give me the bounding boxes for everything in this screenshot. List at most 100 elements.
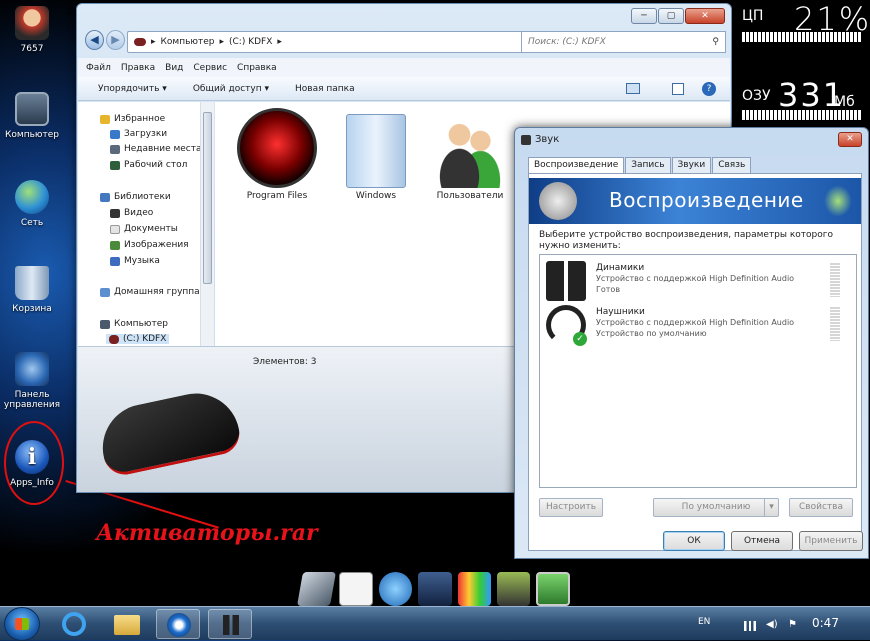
properties-button[interactable]: Свойства [789, 498, 853, 517]
nav-favorites[interactable]: Избранное [100, 114, 165, 124]
folder-icon [346, 114, 406, 188]
menu-bar: Файл Правка Вид Сервис Справка [78, 58, 730, 77]
address-bar[interactable]: ▸ Компьютер ▸ (C:) KDFX ▸ ⇆ [127, 31, 587, 53]
navigation-buttons: ◀ ▶ [85, 30, 125, 52]
forward-button[interactable]: ▶ [106, 30, 125, 50]
documents-icon [110, 224, 120, 234]
help-icon[interactable]: ? [702, 81, 716, 96]
ok-button[interactable]: ОК [663, 531, 725, 551]
view-options-icon[interactable] [626, 83, 640, 94]
navigation-pane: Избранное Загрузки Недавние места Рабочи… [78, 102, 214, 346]
nav-libraries[interactable]: Библиотеки [100, 192, 171, 202]
recent-places-icon [110, 144, 120, 154]
clock[interactable]: 0:47 [812, 616, 839, 630]
media-player-icon[interactable] [418, 572, 452, 606]
taskbar-media-player[interactable] [156, 609, 200, 639]
breadcrumb-drive[interactable]: (C:) KDFX [229, 37, 272, 47]
share-button[interactable]: Общий доступ ▾ [193, 84, 269, 94]
computer-icon [15, 92, 49, 126]
nav-label: Библиотеки [114, 192, 171, 202]
cards-icon[interactable] [339, 572, 373, 606]
device-speakers[interactable]: Динамики Устройство с поддержкой High De… [544, 261, 844, 303]
nav-recent[interactable]: Недавние места [110, 144, 202, 154]
users-icon [435, 112, 505, 188]
taskbar-sound[interactable] [208, 609, 252, 639]
taskbar-ie[interactable] [52, 609, 96, 639]
menu-help[interactable]: Справка [237, 63, 277, 73]
checkmark-monitor-icon[interactable] [536, 572, 570, 606]
media-player-taskbar-icon [167, 613, 191, 637]
desktop-icon-recycle-bin[interactable]: Корзина [2, 266, 62, 314]
item-program-files[interactable]: Program Files [232, 108, 322, 201]
nav-documents[interactable]: Документы [110, 224, 178, 234]
apply-button[interactable]: Применить [799, 531, 863, 551]
nav-label: Избранное [114, 114, 166, 124]
close-button[interactable]: ✕ [685, 8, 725, 24]
nav-drive-c[interactable]: (C:) KDFX [106, 334, 170, 344]
desktop-icon-label: Сеть [20, 218, 44, 228]
item-windows[interactable]: Windows [331, 108, 421, 201]
images-icon [110, 240, 120, 250]
maximize-button[interactable]: ▢ [658, 8, 684, 24]
tab-sounds[interactable]: Звуки [671, 157, 712, 173]
device-name: Динамики [596, 263, 645, 273]
start-button[interactable] [4, 607, 40, 641]
device-headphones[interactable]: ✓ Наушники Устройство с поддержкой High … [544, 305, 844, 347]
breadcrumb-computer[interactable]: Компьютер [161, 37, 215, 47]
annotation-circle [4, 421, 64, 505]
desktop-icon-control-panel[interactable]: Панель управления [2, 352, 62, 410]
nav-video[interactable]: Видео [110, 208, 153, 218]
scroll-thumb[interactable] [203, 112, 212, 284]
configure-button[interactable]: Настроить [539, 498, 603, 517]
search-input[interactable]: Поиск: (C:) KDFX ⚲ [521, 31, 726, 53]
nav-music[interactable]: Музыка [110, 256, 160, 266]
tab-communications[interactable]: Связь [712, 157, 752, 173]
item-label: Пользователи [436, 191, 504, 201]
desktop-icon-network[interactable]: Сеть [2, 180, 62, 228]
nav-downloads[interactable]: Загрузки [110, 129, 167, 139]
nav-desktop[interactable]: Рабочий стол [110, 160, 187, 170]
ram-unit: Мб [834, 94, 855, 110]
dialog-title: Звук [535, 134, 560, 145]
set-default-button[interactable]: По умолчанию ▾ [653, 498, 779, 517]
flag-tray-icon[interactable]: ⚑ [788, 619, 797, 630]
organize-button[interactable]: Упорядочить ▾ [98, 84, 167, 94]
recycle-bin-icon [15, 266, 49, 300]
taskbar: EN ◀) ⚑ 0:47 [0, 606, 870, 641]
back-button[interactable]: ◀ [85, 30, 104, 50]
menu-view[interactable]: Вид [165, 63, 183, 73]
chevron-down-icon[interactable]: ▾ [764, 499, 778, 516]
desktop-icon-user[interactable]: 7657 [2, 6, 62, 54]
leaf-icon [823, 184, 853, 218]
nav-scrollbar[interactable] [200, 102, 214, 346]
preview-pane-icon[interactable] [672, 82, 684, 95]
nav-homegroup[interactable]: Домашняя группа [100, 287, 200, 297]
minimize-button[interactable]: ─ [631, 8, 657, 24]
menu-file[interactable]: Файл [86, 63, 111, 73]
globe-icon[interactable] [378, 572, 413, 606]
network-tray-icon[interactable] [744, 621, 756, 631]
item-label: Program Files [246, 191, 308, 201]
desktop-icon-label: 7657 [20, 44, 44, 54]
menu-edit[interactable]: Правка [121, 63, 155, 73]
taskbar-explorer[interactable] [104, 609, 148, 639]
drive-icon [134, 38, 146, 46]
keyboard-icon[interactable] [297, 572, 337, 606]
language-indicator[interactable]: EN [698, 617, 710, 627]
nav-images[interactable]: Изображения [110, 240, 189, 250]
cancel-button[interactable]: Отмена [731, 531, 793, 551]
palette-icon[interactable] [497, 572, 531, 606]
menu-tools[interactable]: Сервис [193, 63, 227, 73]
ram-label: ОЗУ [742, 88, 771, 104]
search-icon[interactable]: ⚲ [712, 37, 719, 47]
desktop-icon-computer[interactable]: Компьютер [2, 92, 62, 140]
nav-computer[interactable]: Компьютер [100, 319, 168, 329]
new-folder-button[interactable]: Новая папка [295, 84, 355, 94]
tab-recording[interactable]: Запись [625, 157, 671, 173]
dialog-close-button[interactable]: ✕ [838, 132, 862, 147]
tab-playback[interactable]: Воспроизведение [528, 157, 625, 174]
ram-bar [742, 110, 862, 120]
volume-tray-icon[interactable]: ◀) [766, 619, 778, 630]
color-picker-icon[interactable] [457, 572, 492, 606]
item-users[interactable]: Пользователи [425, 108, 515, 201]
